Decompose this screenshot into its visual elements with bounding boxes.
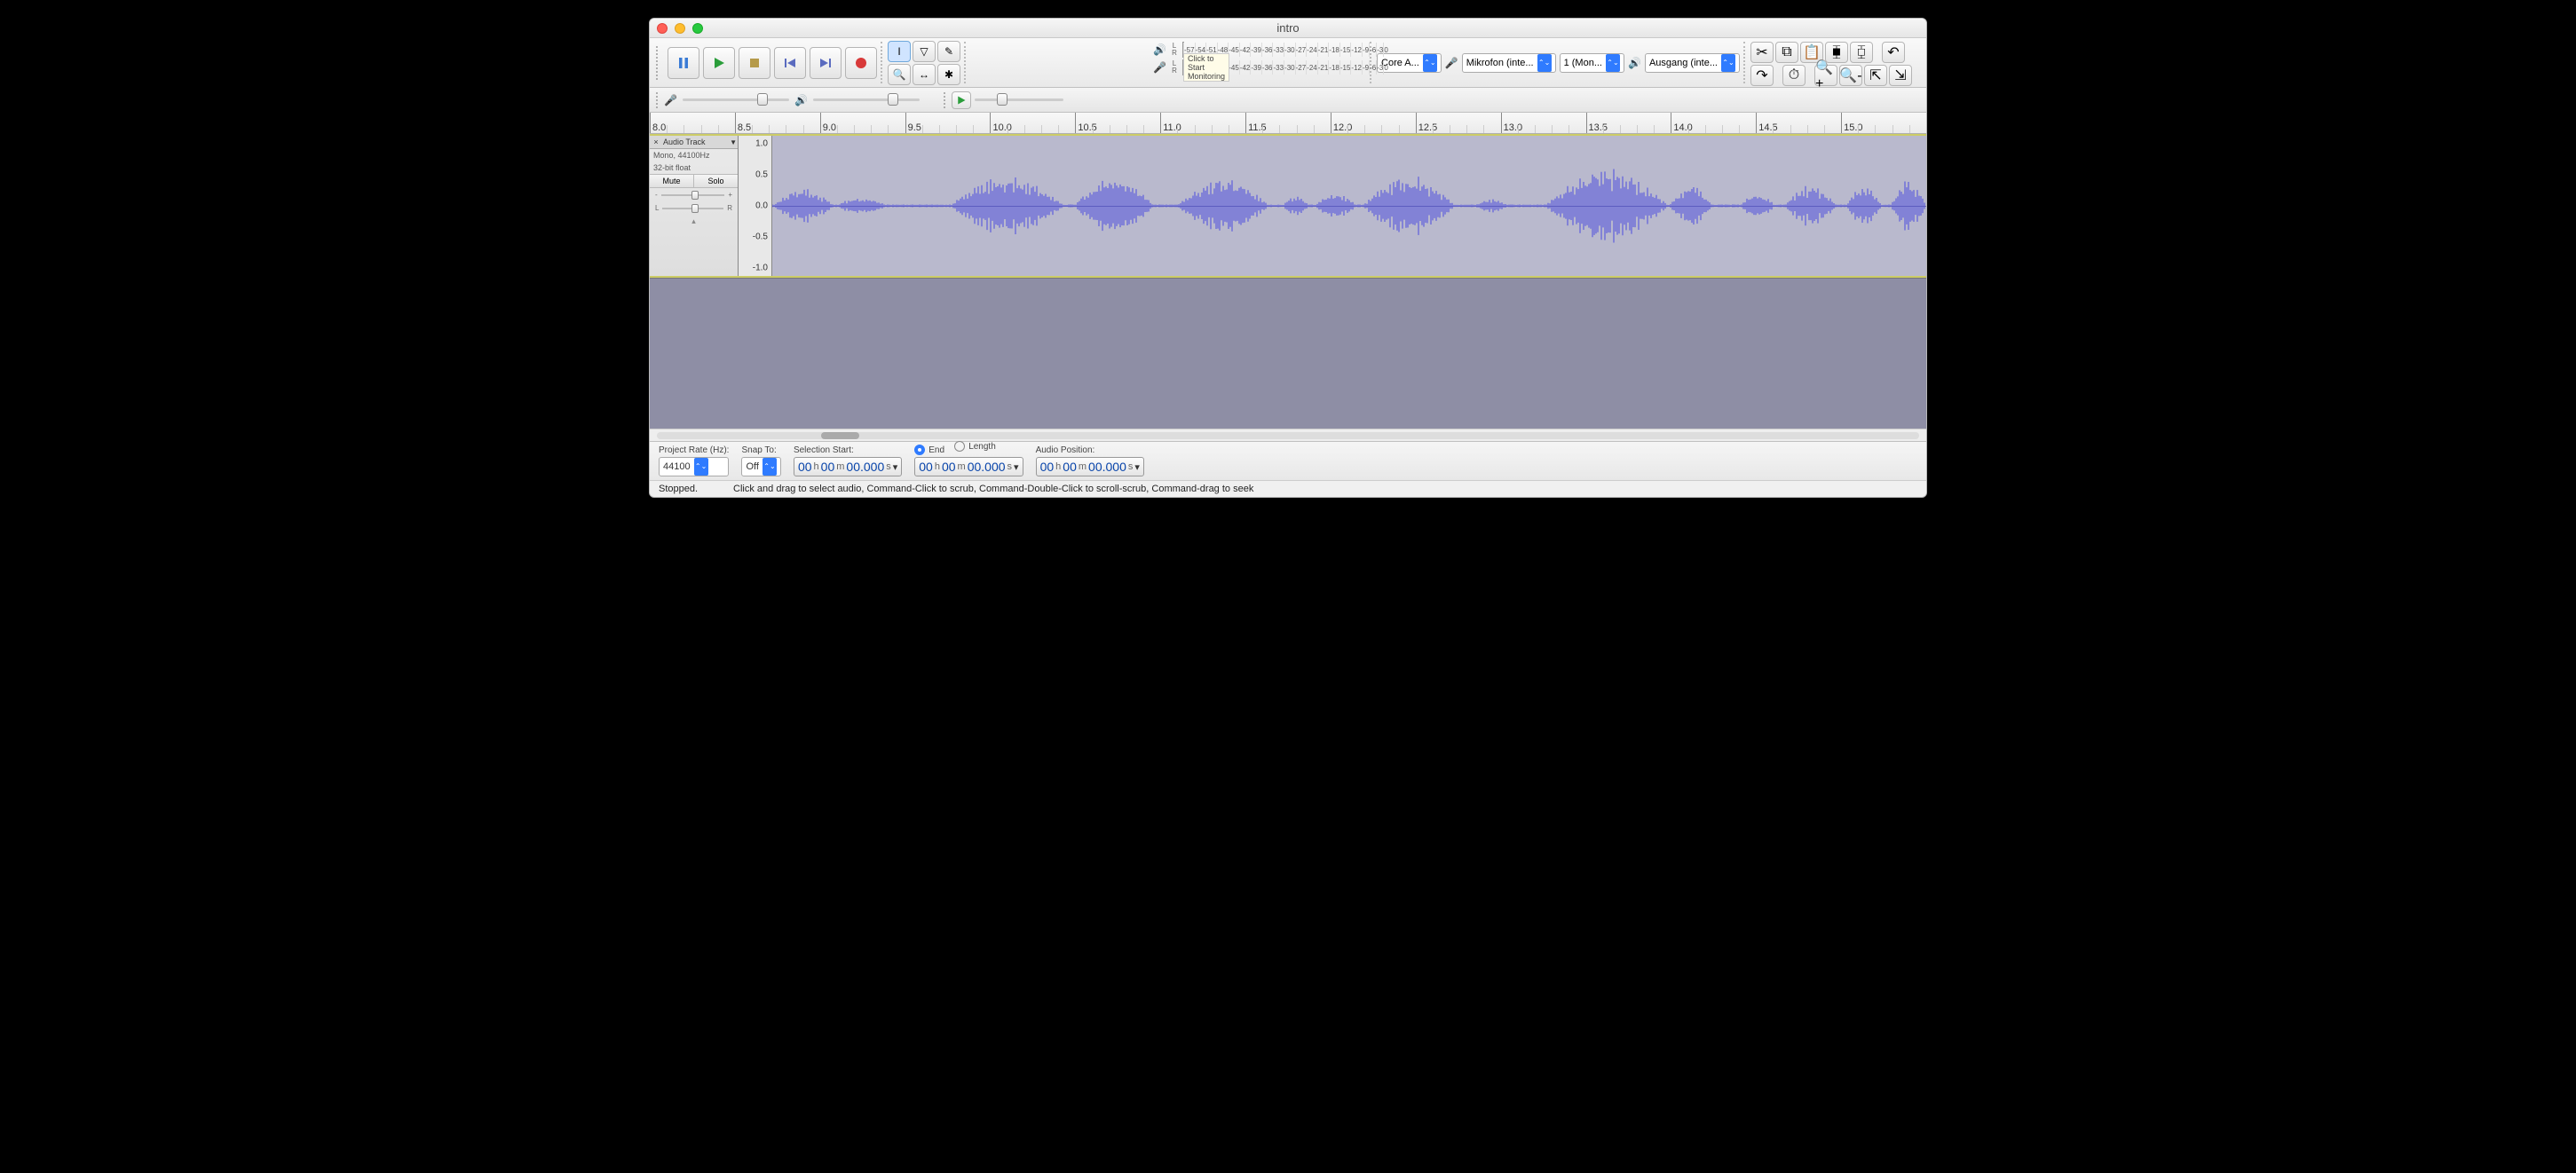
maximize-icon[interactable] — [692, 23, 703, 34]
audio-position-label: Audio Position: — [1036, 445, 1144, 455]
selection-tool[interactable]: I — [888, 41, 911, 62]
minimize-icon[interactable] — [675, 23, 685, 34]
audio-position-time[interactable]: 00h 00m 00.000s▾ — [1036, 457, 1144, 476]
transport-controls — [662, 42, 877, 83]
status-bar: Stopped. Click and drag to select audio,… — [650, 480, 1926, 497]
length-radio[interactable]: Length — [954, 441, 996, 452]
grip-icon[interactable] — [655, 45, 659, 81]
window-controls — [650, 23, 703, 34]
pan-slider[interactable]: LR — [650, 201, 738, 215]
main-toolbar: I ▽ ✎ 🔍 ↔ ✱ LR -57-54-51-48-45-42-39-36-… — [650, 38, 1926, 88]
draw-tool[interactable]: ✎ — [937, 41, 960, 62]
device-toolbar: Core A... Mikrofon (inte... 1 (Mon... Au… — [1370, 42, 1740, 83]
close-track-button[interactable]: × — [651, 137, 661, 147]
track-header[interactable]: × Audio Track ▼ — [650, 136, 738, 149]
stop-button[interactable] — [739, 47, 770, 79]
track-menu-icon[interactable]: ▼ — [730, 138, 737, 146]
playback-meter[interactable]: -57-54-51-48-45-42-39-36-33-30-27-24-21-… — [1182, 42, 1184, 58]
silence-button[interactable]: ⧮ — [1850, 42, 1873, 63]
titlebar: intro — [650, 19, 1926, 38]
end-radio[interactable]: End — [914, 445, 944, 455]
mixer-toolbar — [650, 88, 1926, 113]
tracks-empty-area[interactable] — [650, 278, 1926, 429]
play-button[interactable] — [703, 47, 735, 79]
vertical-scale[interactable]: 1.0 0.5 0.0 -0.5 -1.0 — [739, 136, 772, 276]
mute-button[interactable]: Mute — [650, 175, 694, 187]
close-icon[interactable] — [657, 23, 668, 34]
tools-grid: I ▽ ✎ 🔍 ↔ ✱ — [881, 42, 960, 83]
selection-bar: Project Rate (Hz): 44100 Snap To: Off Se… — [650, 441, 1926, 480]
cut-button[interactable]: ✂ — [1750, 42, 1774, 63]
output-device-dropdown[interactable]: Ausgang (inte... — [1645, 53, 1740, 73]
record-button[interactable] — [845, 47, 877, 79]
multi-tool[interactable]: ✱ — [937, 64, 960, 85]
track: × Audio Track ▼ Mono, 44100Hz 32-bit flo… — [650, 134, 1926, 278]
horizontal-scrollbar[interactable] — [650, 429, 1926, 441]
record-meter-icon — [1153, 61, 1166, 74]
track-control-panel: × Audio Track ▼ Mono, 44100Hz 32-bit flo… — [650, 136, 739, 276]
zoom-in-button[interactable]: 🔍+ — [1814, 65, 1837, 86]
playback-meter-icon — [1153, 43, 1166, 56]
skip-start-button[interactable] — [774, 47, 806, 79]
edit-toolbar: ✂ ⧉ 📋 ⧯ ⧮ ↶ ↷ ⏱ 🔍+ 🔍- ⇱ ⇲ — [1743, 42, 1921, 83]
project-rate-label: Project Rate (Hz): — [659, 445, 729, 455]
waveform-svg — [772, 136, 1926, 276]
playback-speed-slider[interactable] — [975, 93, 1063, 107]
meter-lr: LR — [1170, 60, 1179, 75]
redo-button[interactable]: ↷ — [1750, 65, 1774, 86]
selection-start-label: Selection Start: — [794, 445, 902, 455]
solo-button[interactable]: Solo — [694, 175, 738, 187]
timeline-ruler[interactable]: 8.08.59.09.510.010.511.011.512.012.513.0… — [650, 113, 1926, 134]
project-rate-dropdown[interactable]: 44100 — [659, 457, 729, 476]
transport-state: Stopped. — [659, 484, 698, 494]
envelope-tool[interactable]: ▽ — [913, 41, 936, 62]
track-bitdepth: 32-bit float — [650, 161, 738, 174]
app-window: intro I ▽ ✎ 🔍 ↔ ✱ — [649, 18, 1927, 498]
fit-selection-button[interactable]: ⇱ — [1864, 65, 1887, 86]
status-hint: Click and drag to select audio, Command-… — [733, 484, 1253, 494]
skip-end-button[interactable] — [810, 47, 842, 79]
timeshift-tool[interactable]: ↔ — [913, 64, 936, 85]
grip-icon[interactable] — [943, 91, 946, 109]
input-channels-dropdown[interactable]: 1 (Mon... — [1560, 53, 1624, 73]
track-name: Audio Track — [663, 138, 728, 146]
pause-button[interactable] — [668, 47, 699, 79]
snap-label: Snap To: — [741, 445, 780, 455]
undo-button[interactable]: ↶ — [1882, 42, 1905, 63]
meter-lr: LR — [1170, 43, 1179, 57]
playback-volume-slider[interactable] — [813, 93, 920, 107]
track-format: Mono, 44100Hz — [650, 149, 738, 161]
selection-end-time[interactable]: 00h 00m 00.000s▾ — [914, 457, 1023, 476]
mic-icon — [664, 92, 677, 108]
speaker-icon — [794, 92, 808, 108]
fit-project-button[interactable]: ⇲ — [1889, 65, 1912, 86]
speaker-icon — [1628, 55, 1641, 71]
selection-start-time[interactable]: 00h 00m 00.000s▾ — [794, 457, 902, 476]
zoom-tool[interactable]: 🔍 — [888, 64, 911, 85]
collapse-button[interactable]: ▴ — [650, 215, 738, 228]
gain-slider[interactable]: -+ — [650, 188, 738, 201]
copy-button[interactable]: ⧉ — [1775, 42, 1798, 63]
sync-lock-button[interactable]: ⏱ — [1782, 65, 1806, 86]
waveform-display[interactable] — [772, 136, 1926, 276]
play-at-speed — [952, 91, 1063, 109]
meters: LR -57-54-51-48-45-42-39-36-33-30-27-24-… — [964, 42, 1366, 83]
mic-icon — [1445, 55, 1458, 71]
record-meter[interactable]: -57-54-51-48-45-42-39-36-33-30-27-24-21-… — [1182, 59, 1184, 75]
grip-icon[interactable] — [655, 91, 659, 109]
input-device-dropdown[interactable]: Mikrofon (inte... — [1462, 53, 1556, 73]
zoom-out-button[interactable]: 🔍- — [1839, 65, 1862, 86]
play-at-speed-button[interactable] — [952, 91, 971, 109]
recording-volume-slider[interactable] — [683, 93, 789, 107]
window-title: intro — [650, 21, 1926, 35]
snap-dropdown[interactable]: Off — [741, 457, 780, 476]
